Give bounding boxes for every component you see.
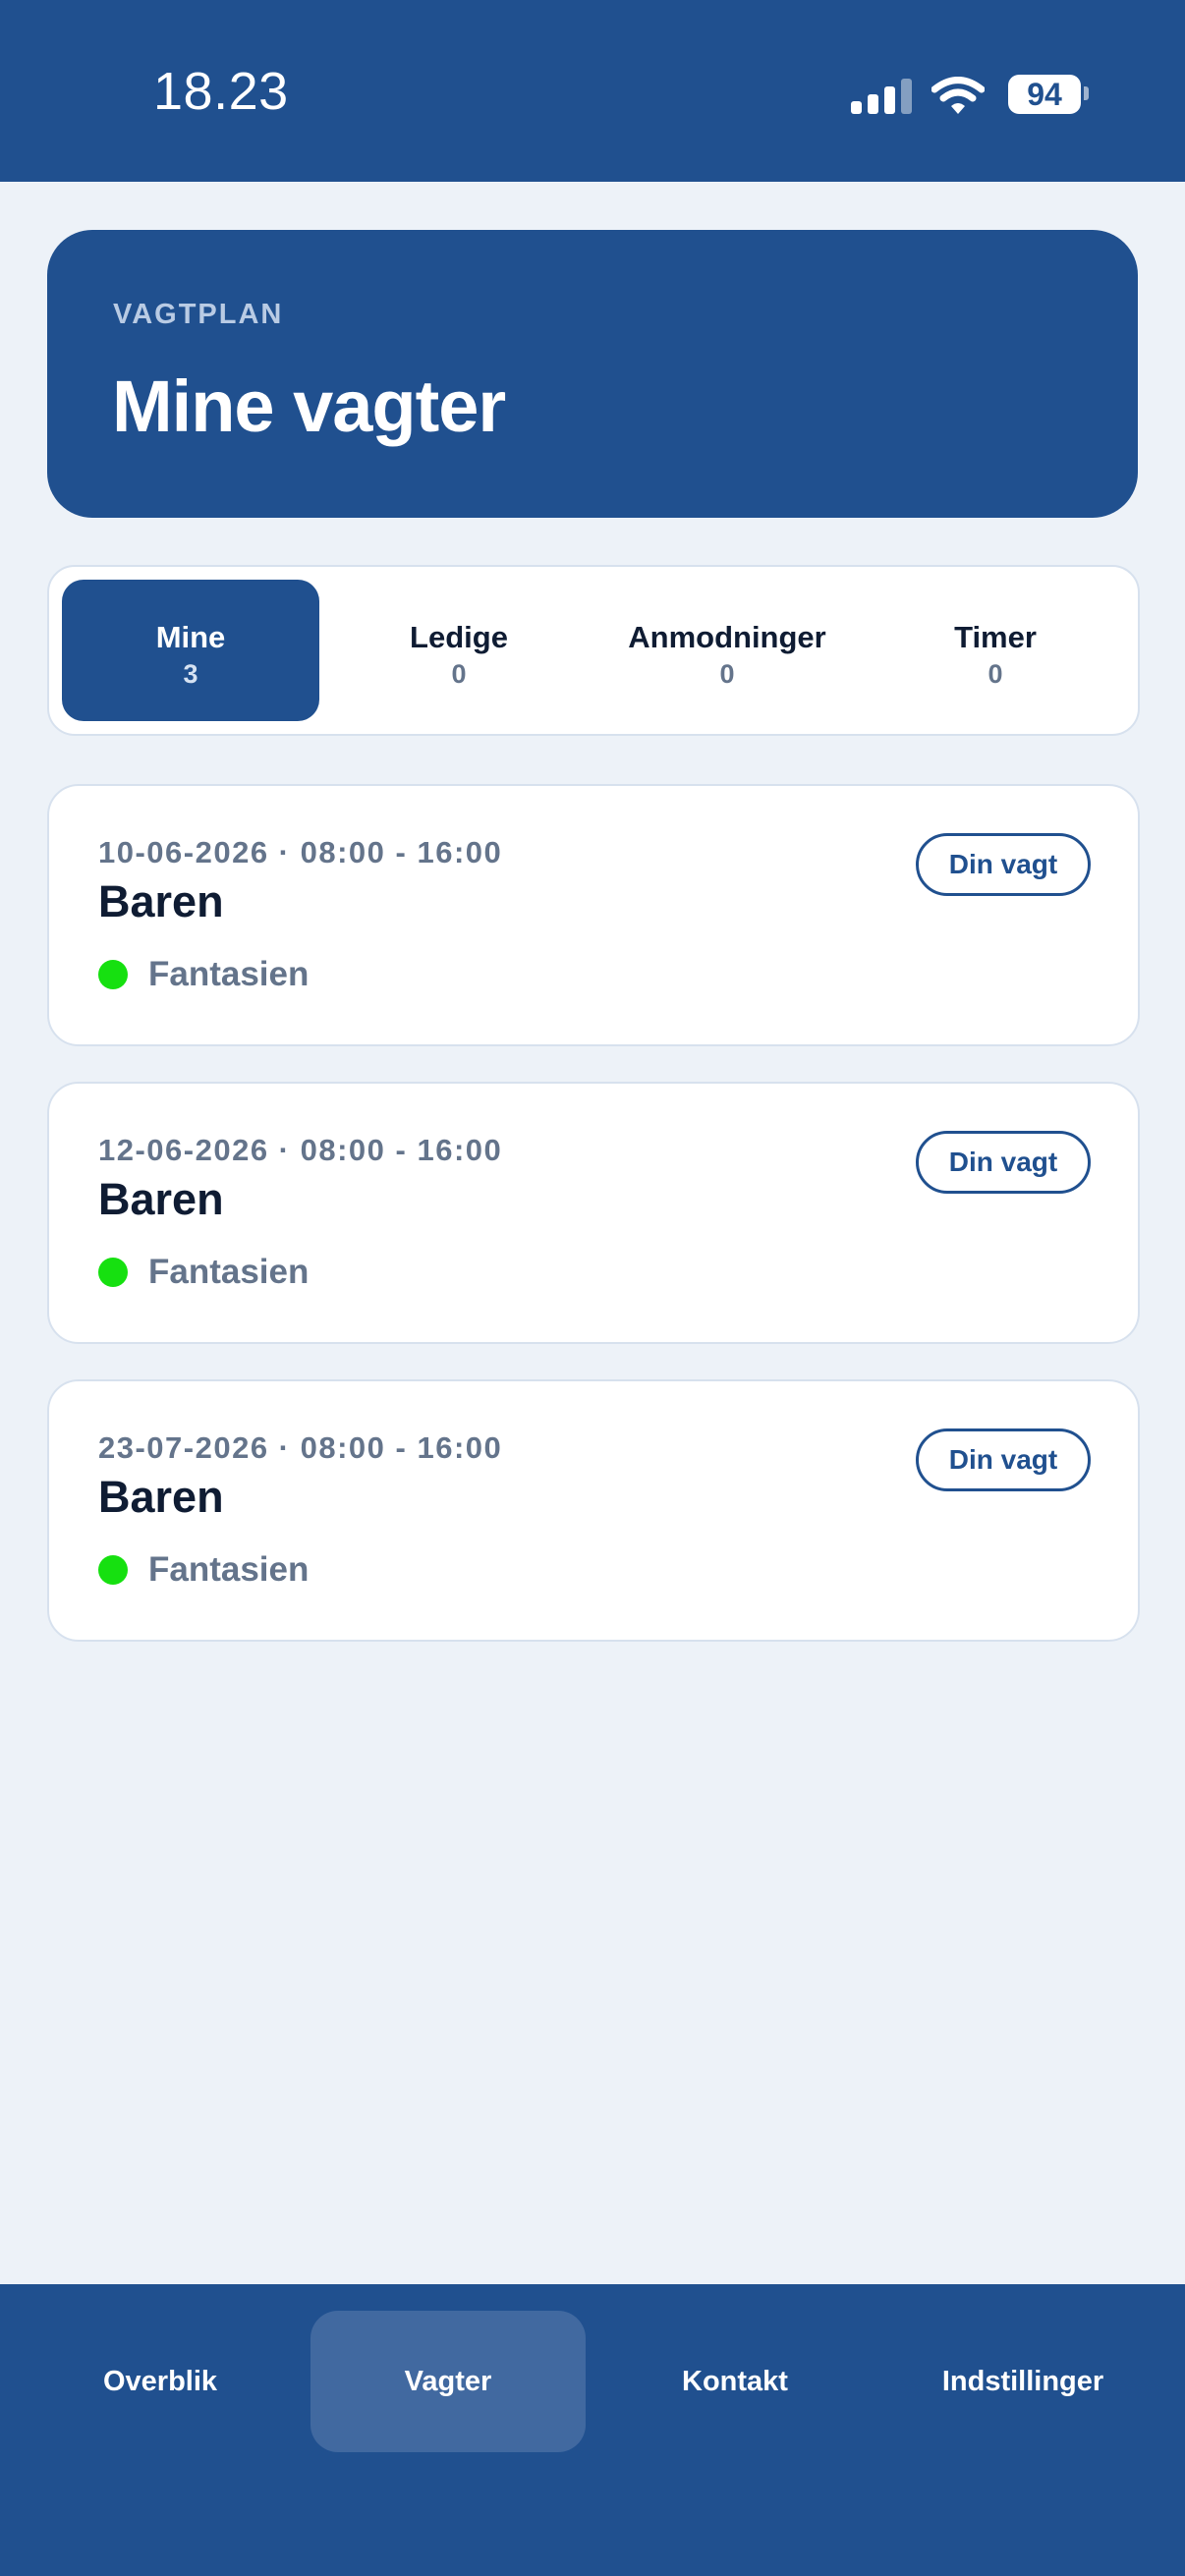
- tab-label: Timer: [954, 620, 1037, 654]
- shift-location: Fantasien: [148, 1550, 310, 1589]
- shift-title: Baren: [98, 1174, 224, 1224]
- battery-icon: 94: [1008, 75, 1081, 114]
- shift-card[interactable]: 10-06-2026 · 08:00 - 16:00 Baren Fantasi…: [47, 784, 1140, 1046]
- din-vagt-badge: Din vagt: [916, 1428, 1091, 1491]
- shift-datetime: 23-07-2026 · 08:00 - 16:00: [98, 1430, 503, 1465]
- tab-anmodninger[interactable]: Anmodninger 0: [598, 580, 856, 721]
- shift-datetime: 12-06-2026 · 08:00 - 16:00: [98, 1133, 503, 1167]
- tab-ledige[interactable]: Ledige 0: [330, 580, 588, 721]
- tab-timer[interactable]: Timer 0: [867, 580, 1124, 721]
- page-title: Mine vagter: [112, 365, 506, 447]
- status-time: 18.23: [153, 62, 289, 121]
- shift-location: Fantasien: [148, 955, 310, 993]
- tab-count: 0: [988, 659, 1003, 689]
- tab-mine[interactable]: Mine 3: [62, 580, 319, 721]
- nav-item-overblik[interactable]: Overblik: [23, 2311, 298, 2452]
- location-dot-icon: [98, 1555, 128, 1585]
- location-dot-icon: [98, 1258, 128, 1287]
- tab-bar: Mine 3 Ledige 0 Anmodninger 0 Timer 0: [47, 565, 1140, 736]
- nav-item-vagter[interactable]: Vagter: [310, 2311, 586, 2452]
- tab-label: Ledige: [410, 620, 508, 654]
- shift-location: Fantasien: [148, 1253, 310, 1291]
- nav-item-indstillinger[interactable]: Indstillinger: [885, 2311, 1160, 2452]
- signal-icon: [851, 79, 912, 114]
- din-vagt-badge: Din vagt: [916, 1131, 1091, 1194]
- nav-item-kontakt[interactable]: Kontakt: [597, 2311, 873, 2452]
- page-header-card: VAGTPLAN Mine vagter: [47, 230, 1138, 518]
- tab-label: Anmodninger: [628, 620, 826, 654]
- shift-title: Baren: [98, 1472, 224, 1522]
- status-bar: 18.23 94: [0, 0, 1185, 182]
- shift-card[interactable]: 12-06-2026 · 08:00 - 16:00 Baren Fantasi…: [47, 1082, 1140, 1344]
- din-vagt-badge: Din vagt: [916, 833, 1091, 896]
- location-dot-icon: [98, 960, 128, 989]
- bottom-nav: Overblik Vagter Kontakt Indstillinger: [0, 2284, 1185, 2576]
- shift-datetime: 10-06-2026 · 08:00 - 16:00: [98, 835, 503, 869]
- tab-count: 0: [451, 659, 467, 689]
- status-icons: 94: [851, 73, 1097, 118]
- battery-tip: [1084, 86, 1089, 100]
- shift-card[interactable]: 23-07-2026 · 08:00 - 16:00 Baren Fantasi…: [47, 1379, 1140, 1642]
- wifi-icon: [931, 77, 985, 114]
- page-eyebrow: VAGTPLAN: [113, 299, 284, 330]
- shift-title: Baren: [98, 876, 224, 926]
- tab-label: Mine: [155, 620, 226, 654]
- tab-count: 3: [183, 659, 198, 689]
- tab-count: 0: [719, 659, 735, 689]
